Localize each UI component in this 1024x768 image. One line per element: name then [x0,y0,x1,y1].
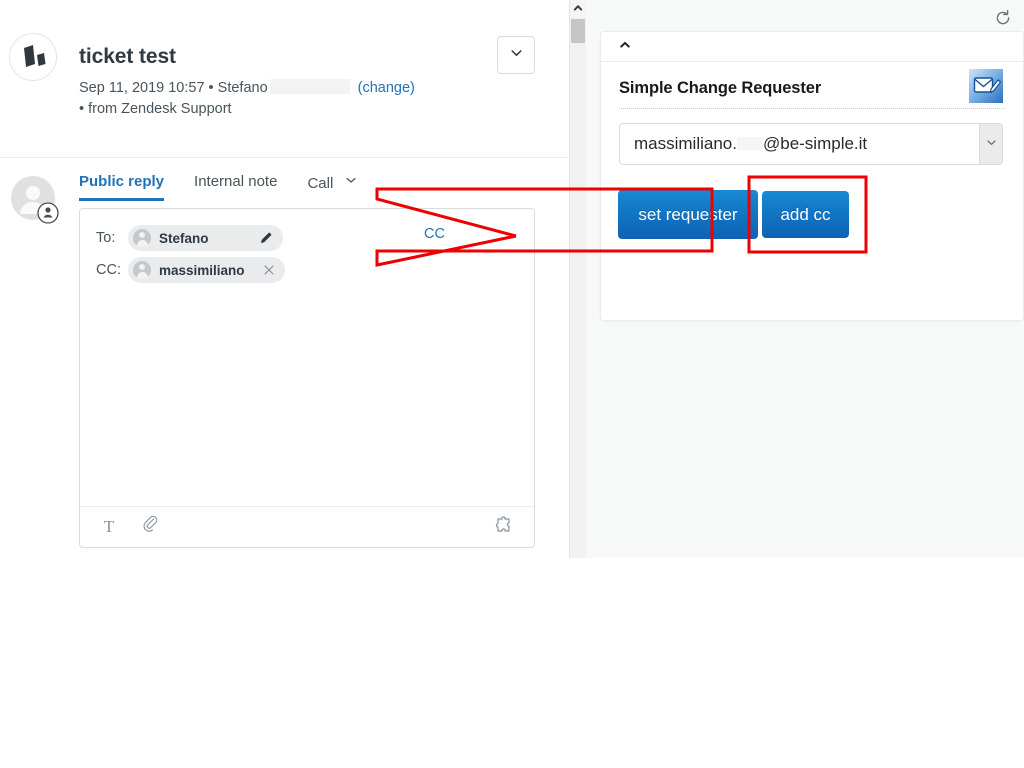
ticket-source: • from Zendesk Support [79,101,232,117]
email-prefix: massimiliano. [634,134,737,153]
select-dropdown-arrow[interactable] [979,124,1002,164]
tab-public-reply-label: Public reply [79,173,165,190]
app-title: Simple Change Requester [619,79,822,97]
close-x-icon[interactable] [263,264,275,276]
refresh-icon[interactable] [992,7,1014,29]
cc-row: CC: massimiliano [80,255,534,285]
paperclip-icon [142,515,160,539]
app-collapse-button[interactable] [601,32,1023,62]
tab-call-label: Call [307,175,334,192]
to-recipient-name: Stefano [159,230,209,246]
composer-tabs: Public reply Internal note Call [79,173,387,205]
recipients-area: To: Stefano CC: massimiliano [80,209,534,298]
cc-toggle-link[interactable]: CC [424,226,445,242]
set-requester-button[interactable]: set requester [618,190,758,239]
apps-sidebar: Simple Change Requester massimiliano. @b… [586,0,1024,558]
puzzle-piece-icon [495,515,515,540]
to-label: To: [96,230,116,246]
redacted-email-part [736,137,763,150]
reply-composer: To: Stefano CC: massimiliano T [79,208,535,548]
to-row: To: Stefano [80,223,534,253]
requester-email-select[interactable]: massimiliano. @be-simple.it [619,123,1003,165]
ticket-date: Sep 11, 2019 10:57 [79,80,205,96]
chevron-down-icon [510,46,523,64]
ticket-header: ticket test Sep 11, 2019 10:57 • Stefano… [0,0,568,158]
vertical-scrollbar[interactable] [569,0,586,558]
tab-call[interactable]: Call [307,173,357,200]
apps-button[interactable] [490,512,520,542]
cc-recipient-chip[interactable]: massimiliano [128,257,285,283]
redacted-name [269,79,350,94]
user-avatar-icon [133,261,151,279]
ticket-meta: Sep 11, 2019 10:57 • Stefano (change) [79,78,415,99]
to-recipient-chip[interactable]: Stefano [128,225,283,251]
tab-internal-note-label: Internal note [194,173,278,190]
composer-toolbar: T [80,506,534,547]
text-format-icon: T [103,517,115,536]
chevron-down-icon [986,135,997,153]
email-suffix: @be-simple.it [762,134,868,153]
zendesk-logo-icon [9,33,57,81]
page-title: ticket test [79,45,176,68]
tab-internal-note[interactable]: Internal note [194,173,277,198]
cc-label: CC: [96,262,121,278]
ticket-author: Stefano [217,80,268,96]
app-card: Simple Change Requester massimiliano. @b… [600,31,1024,321]
tab-public-reply[interactable]: Public reply [79,173,165,201]
screen-root: ticket test Sep 11, 2019 10:57 • Stefano… [0,0,1024,768]
attachment-button[interactable] [136,512,166,542]
meta-separator: • [204,80,218,96]
chevron-up-icon [619,38,631,56]
chevron-up-icon [573,0,583,18]
scroll-up-button[interactable] [570,0,586,17]
add-cc-button[interactable]: add cc [762,191,849,238]
requester-email-value: massimiliano. @be-simple.it [634,134,867,154]
text-format-button[interactable]: T [94,512,124,542]
pencil-icon[interactable] [259,231,273,245]
envelope-pencil-icon [969,69,1003,103]
reply-textarea[interactable] [80,291,534,506]
chevron-down-icon [345,173,357,190]
divider [619,108,1004,109]
scrollbar-thumb[interactable] [571,19,585,43]
change-requester-link[interactable]: (change) [358,80,415,96]
ticket-options-button[interactable] [497,36,535,74]
ticket-pane: ticket test Sep 11, 2019 10:57 • Stefano… [0,0,568,568]
cc-recipient-name: massimiliano [159,262,245,278]
user-avatar-icon [133,229,151,247]
avatar [11,176,59,224]
